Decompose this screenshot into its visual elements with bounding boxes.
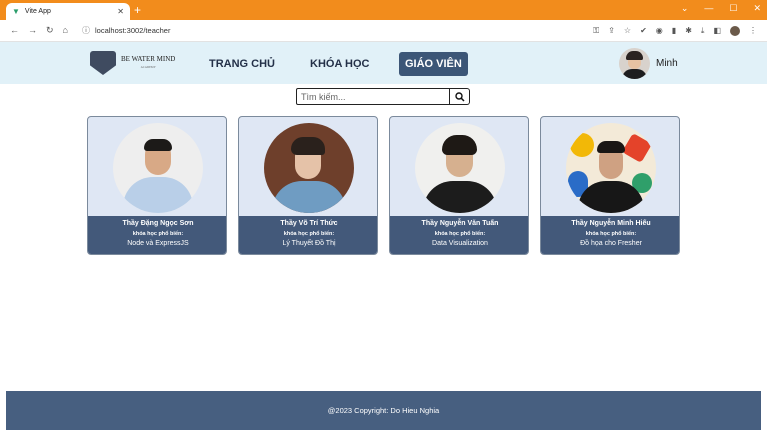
home-icon[interactable]: ⌂ (63, 25, 68, 36)
extension-icon[interactable]: ◉ (656, 26, 663, 35)
forward-icon[interactable]: → (28, 25, 37, 36)
teacher-info: Thầy Nguyễn Minh Hiếu khóa học phổ biến:… (541, 216, 679, 254)
back-icon[interactable]: ← (10, 25, 19, 36)
url-field[interactable]: ⓘ localhost:3002/teacher (82, 23, 572, 39)
key-icon[interactable]: ⚿ (593, 26, 599, 36)
site-header: BE WATER MIND ACADEMY TRANG CHỦ KHÓA HỌC… (0, 42, 767, 84)
extension-icon[interactable]: ▮ (672, 26, 676, 35)
extensions-toolbar: ⚿ ⇪ ☆ ✔ ◉ ▮ ✱ ⤓ ◧ ⋮ (593, 25, 757, 36)
minimize-icon[interactable]: — (704, 3, 713, 14)
copyright-text: @2023 Copyright: Do Hieu Nghia (327, 406, 440, 415)
teacher-name: Thầy Võ Trí Thức (280, 220, 338, 227)
extension-icon[interactable]: ✔ (640, 26, 647, 35)
popular-course-label: khóa học phổ biến: (434, 231, 486, 237)
close-window-icon[interactable]: ✕ (753, 3, 761, 14)
teacher-card[interactable]: Thầy Nguyễn Minh Hiếu khóa học phổ biến:… (540, 116, 680, 255)
browser-tab[interactable]: ▼ Vite App ✕ (6, 3, 130, 20)
share-icon[interactable]: ⇪ (608, 26, 615, 35)
chevron-down-icon[interactable]: ⌄ (681, 3, 689, 14)
reload-icon[interactable]: ↻ (46, 25, 54, 36)
search-bar (296, 88, 470, 105)
teacher-card[interactable]: Thầy Đặng Ngọc Sơn khóa học phổ biến: No… (87, 116, 227, 255)
search-input[interactable] (296, 88, 450, 105)
teacher-info: Thầy Đặng Ngọc Sơn khóa học phổ biến: No… (88, 216, 226, 254)
star-icon[interactable]: ☆ (624, 26, 631, 35)
teacher-name: Thầy Nguyễn Minh Hiếu (571, 220, 651, 227)
url-text: localhost:3002/teacher (94, 26, 171, 35)
teacher-card[interactable]: Thầy Nguyễn Văn Tuấn khóa học phổ biến: … (389, 116, 529, 255)
nav-courses[interactable]: KHÓA HỌC (310, 58, 369, 70)
window-controls: ⌄ — ☐ ✕ (681, 3, 761, 14)
popular-course-label: khóa học phổ biến: (132, 231, 184, 237)
menu-icon[interactable]: ⋮ (749, 26, 757, 35)
teacher-photo (415, 123, 505, 213)
popular-course: Đồ họa cho Fresher (580, 240, 642, 247)
maximize-icon[interactable]: ☐ (729, 3, 737, 14)
popular-course: Data Visualization (432, 240, 488, 247)
vite-favicon-icon: ▼ (12, 7, 20, 16)
teacher-name: Thầy Nguyễn Văn Tuấn (421, 220, 499, 227)
browser-tabstrip: ▼ Vite App ✕ + ⌄ — ☐ ✕ (0, 0, 767, 20)
popular-course-label: khóa học phổ biến: (585, 231, 637, 237)
tab-title: Vite App (24, 8, 51, 15)
popular-course-label: khóa học phổ biến: (283, 231, 335, 237)
teacher-info: Thầy Võ Trí Thức khóa học phổ biến: Lý T… (239, 216, 377, 254)
teacher-photo (264, 123, 354, 213)
avatar (619, 48, 650, 79)
site-footer: @2023 Copyright: Do Hieu Nghia (6, 391, 761, 430)
new-tab-icon[interactable]: + (134, 3, 141, 17)
popular-course: Lý Thuyết Đồ Thị (282, 240, 336, 247)
search-icon (454, 91, 465, 102)
nav-buttons: ← → ↻ ⌂ (10, 25, 68, 36)
popular-course: Node và ExpressJS (127, 240, 189, 247)
nav-home[interactable]: TRANG CHỦ (209, 58, 275, 70)
info-icon[interactable]: ⓘ (82, 25, 90, 36)
profile-avatar[interactable] (730, 25, 740, 36)
nav-teachers[interactable]: GIÁO VIÊN (399, 52, 468, 76)
search-button[interactable] (450, 88, 470, 105)
teacher-photo (113, 123, 203, 213)
teacher-name: Thầy Đặng Ngọc Sơn (122, 220, 194, 227)
user-name: Minh (656, 58, 678, 69)
address-bar: ← → ↻ ⌂ ⓘ localhost:3002/teacher ⚿ ⇪ ☆ ✔… (0, 20, 767, 42)
teacher-photo (566, 123, 656, 213)
teacher-card[interactable]: Thầy Võ Trí Thức khóa học phổ biến: Lý T… (238, 116, 378, 255)
sidepanel-icon[interactable]: ◧ (713, 26, 721, 35)
teacher-info: Thầy Nguyễn Văn Tuấn khóa học phổ biến: … (390, 216, 528, 254)
puzzle-icon[interactable]: ✱ (685, 26, 692, 35)
download-icon[interactable]: ⤓ (701, 26, 705, 36)
user-menu[interactable]: Minh (619, 48, 678, 79)
close-tab-icon[interactable]: ✕ (117, 7, 124, 16)
